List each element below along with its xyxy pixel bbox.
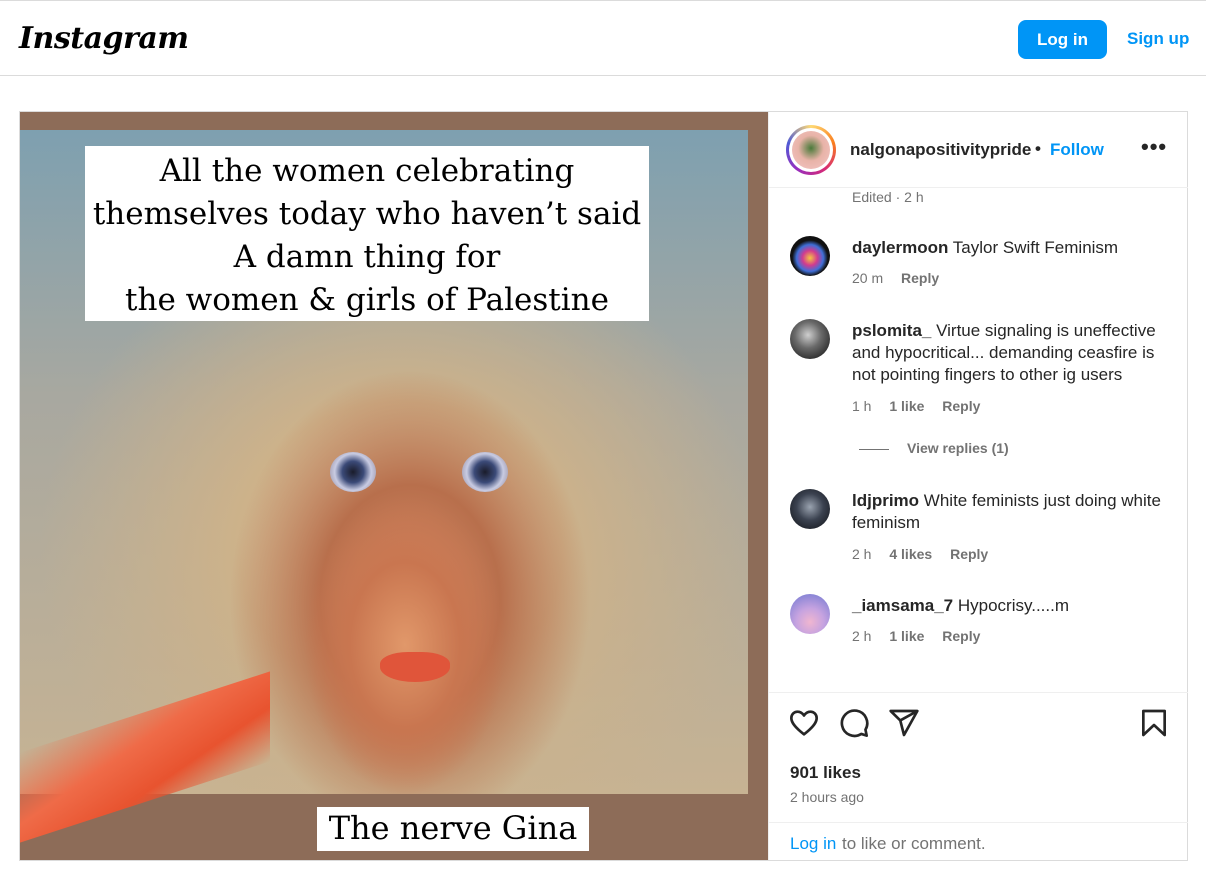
- post-time: 2 hours ago: [790, 789, 864, 805]
- avatar-image: [792, 131, 830, 169]
- comment-meta: 2 h 4 likes Reply: [852, 546, 1002, 562]
- signup-link[interactable]: Sign up: [1127, 29, 1189, 49]
- caption-line: A damn thing for: [233, 239, 501, 275]
- comment-text: _iamsama_7 Hypocrisy.....m: [852, 595, 1172, 617]
- caption-line: themselves today who haven’t said: [92, 196, 642, 232]
- login-prompt: Log in to like or comment.: [769, 822, 1188, 860]
- login-link[interactable]: Log in: [790, 834, 836, 854]
- view-replies-label: View replies (1): [907, 440, 1009, 456]
- comment-time: 2 h: [852, 628, 872, 644]
- comment-meta: 2 h 1 like Reply: [852, 628, 994, 644]
- doll-lips: [380, 652, 450, 682]
- author-username[interactable]: nalgonapositivitypride: [850, 140, 1031, 160]
- comment-likes[interactable]: 1 like: [889, 628, 924, 644]
- comment-text: daylermoon Taylor Swift Feminism: [852, 237, 1172, 259]
- comment-likes[interactable]: 4 likes: [889, 546, 932, 562]
- comment-username[interactable]: pslomita_: [852, 321, 931, 340]
- comment-reply-button[interactable]: Reply: [950, 546, 988, 562]
- comment-body: Taylor Swift Feminism: [952, 238, 1119, 257]
- comment-username[interactable]: _iamsama_7: [852, 596, 953, 615]
- comment-icon[interactable]: [838, 707, 870, 739]
- comment-username[interactable]: ldjprimo: [852, 491, 919, 510]
- comment-meta: 20 m Reply: [852, 270, 953, 286]
- comments-panel: nalgonapositivitypride • Follow ••• Edit…: [768, 112, 1188, 860]
- post-actions: 901 likes 2 hours ago: [769, 692, 1188, 822]
- share-icon[interactable]: [888, 707, 920, 739]
- edited-timestamp: Edited · 2 h: [852, 189, 924, 205]
- login-button[interactable]: Log in: [1018, 20, 1107, 59]
- comment-likes[interactable]: 1 like: [889, 398, 924, 414]
- author-avatar[interactable]: [786, 125, 836, 175]
- comment-time: 2 h: [852, 546, 872, 562]
- replies-divider-line: [859, 448, 889, 450]
- top-navigation-bar: Instagram Log in Sign up: [0, 0, 1206, 76]
- comment-avatar[interactable]: [790, 594, 830, 634]
- post-image[interactable]: All the women celebrating themselves tod…: [20, 112, 768, 860]
- login-prompt-text: to like or comment.: [842, 834, 986, 853]
- instagram-logo[interactable]: Instagram: [19, 21, 189, 56]
- comment-body: Hypocrisy.....m: [957, 596, 1070, 615]
- post-container: All the women celebrating themselves tod…: [19, 111, 1188, 861]
- heart-icon[interactable]: [788, 707, 820, 739]
- view-replies-button[interactable]: View replies (1): [859, 440, 1009, 456]
- caption-line: All the women celebrating: [159, 153, 575, 189]
- follow-button[interactable]: Follow: [1050, 140, 1104, 160]
- comment-avatar[interactable]: [790, 319, 830, 359]
- comment-reply-button[interactable]: Reply: [901, 270, 939, 286]
- comment-reply-button[interactable]: Reply: [942, 628, 980, 644]
- comment-text: ldjprimo White feminists just doing whit…: [852, 490, 1172, 534]
- doll-right-eye: [462, 452, 508, 492]
- doll-left-eye: [330, 452, 376, 492]
- comment-text: pslomita_ Virtue signaling is uneffectiv…: [852, 320, 1172, 386]
- comment-time: 20 m: [852, 270, 884, 286]
- comment-avatar[interactable]: [790, 489, 830, 529]
- bookmark-icon[interactable]: [1138, 707, 1170, 739]
- separator-dot: •: [1035, 139, 1041, 158]
- likes-count[interactable]: 901 likes: [790, 763, 861, 783]
- comment-time: 1 h: [852, 398, 872, 414]
- more-horizontal-icon[interactable]: •••: [1141, 134, 1167, 160]
- comment-username[interactable]: daylermoon: [852, 238, 948, 257]
- image-caption-bottom: The nerve Gina: [317, 807, 589, 851]
- comment-reply-button[interactable]: Reply: [942, 398, 980, 414]
- comment-avatar[interactable]: [790, 236, 830, 276]
- comment-meta: 1 h 1 like Reply: [852, 398, 994, 414]
- caption-line: the women & girls of Palestine: [125, 282, 609, 318]
- image-caption-top: All the women celebrating themselves tod…: [85, 146, 649, 321]
- post-header: nalgonapositivitypride • Follow •••: [769, 112, 1188, 188]
